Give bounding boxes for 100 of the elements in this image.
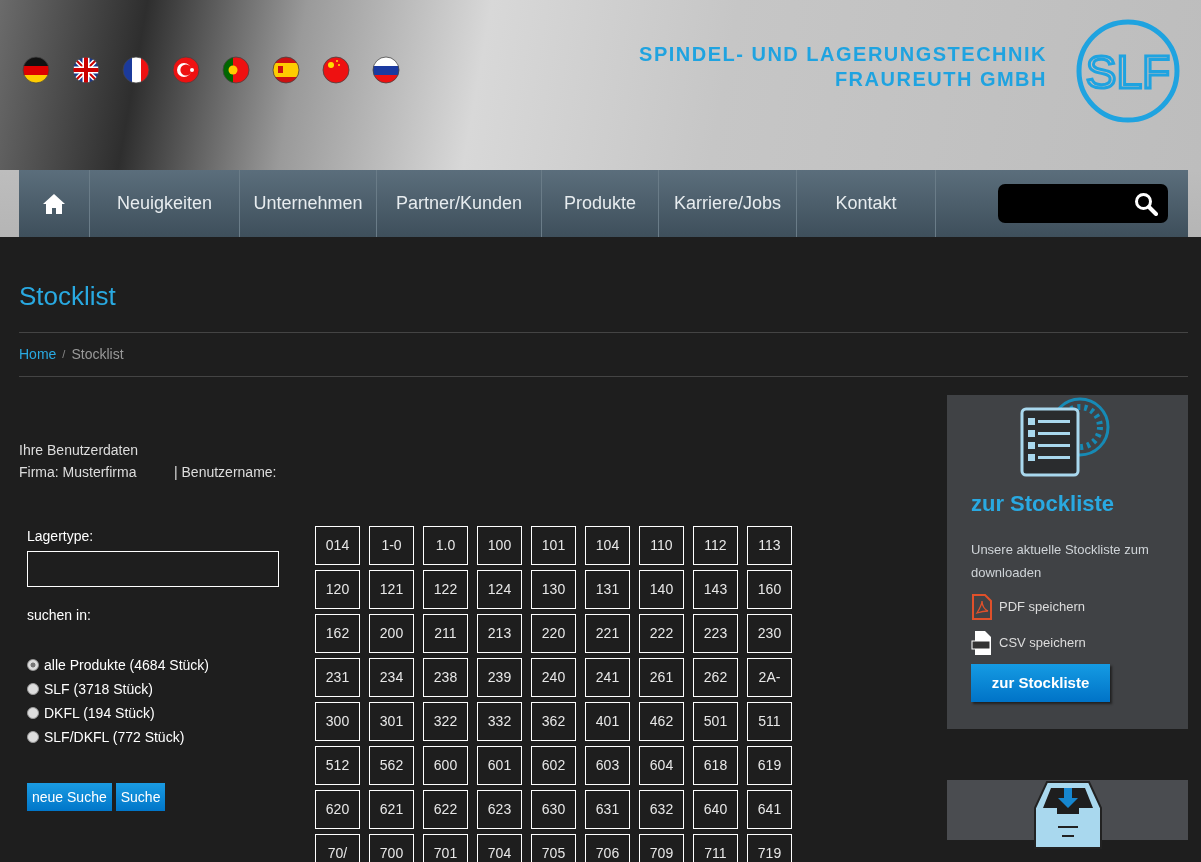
prefix-link[interactable]: 160 <box>747 570 792 609</box>
radio-button[interactable] <box>27 683 39 695</box>
prefix-link[interactable]: 104 <box>585 526 630 565</box>
prefix-link[interactable]: 222 <box>639 614 684 653</box>
search-button[interactable]: neue Suche <box>27 783 112 811</box>
prefix-link[interactable]: 131 <box>585 570 630 609</box>
prefix-link[interactable]: 719 <box>747 834 792 862</box>
search-button[interactable]: Suche <box>115 783 166 811</box>
flag-icon[interactable] <box>72 56 100 84</box>
search-icon[interactable] <box>1134 191 1158 216</box>
flag-icon[interactable] <box>122 56 150 84</box>
prefix-link[interactable]: 211 <box>423 614 468 653</box>
prefix-link[interactable]: 014 <box>315 526 360 565</box>
prefix-link[interactable]: 362 <box>531 702 576 741</box>
flag-icon[interactable] <box>172 56 200 84</box>
prefix-link[interactable]: 601 <box>477 746 522 785</box>
radio-button[interactable] <box>27 731 39 743</box>
option-label[interactable]: alle Produkte (4684 Stück) <box>44 657 209 673</box>
option-label[interactable]: SLF (3718 Stück) <box>44 681 153 697</box>
prefix-link[interactable]: 621 <box>369 790 414 829</box>
prefix-link[interactable]: 511 <box>747 702 792 741</box>
prefix-link[interactable]: 562 <box>369 746 414 785</box>
nav-link[interactable]: Unternehmen <box>240 170 377 237</box>
prefix-link[interactable]: 701 <box>423 834 468 862</box>
flag-icon[interactable] <box>222 56 250 84</box>
prefix-link[interactable]: 220 <box>531 614 576 653</box>
download-link[interactable]: CSV speichern <box>999 633 1086 653</box>
prefix-link[interactable]: 143 <box>693 570 738 609</box>
prefix-link[interactable]: 1.0 <box>423 526 468 565</box>
prefix-link[interactable]: 603 <box>585 746 630 785</box>
prefix-link[interactable]: 619 <box>747 746 792 785</box>
prefix-link[interactable]: 112 <box>693 526 738 565</box>
prefix-link[interactable]: 130 <box>531 570 576 609</box>
prefix-link[interactable]: 240 <box>531 658 576 697</box>
radio-button[interactable] <box>27 659 39 671</box>
prefix-link[interactable]: 632 <box>639 790 684 829</box>
prefix-link[interactable]: 620 <box>315 790 360 829</box>
prefix-link[interactable]: 401 <box>585 702 630 741</box>
flag-icon[interactable] <box>372 56 400 84</box>
prefix-link[interactable]: 706 <box>585 834 630 862</box>
prefix-link[interactable]: 162 <box>315 614 360 653</box>
nav-link[interactable]: Kontakt <box>797 170 936 237</box>
type-input[interactable] <box>27 551 279 587</box>
nav-link[interactable]: Neuigkeiten <box>90 170 240 237</box>
breadcrumb-link[interactable]: Home <box>19 344 57 365</box>
prefix-link[interactable]: 301 <box>369 702 414 741</box>
prefix-link[interactable]: 640 <box>693 790 738 829</box>
prefix-link[interactable]: 234 <box>369 658 414 697</box>
prefix-link[interactable]: 630 <box>531 790 576 829</box>
prefix-link[interactable]: 238 <box>423 658 468 697</box>
prefix-link[interactable]: 501 <box>693 702 738 741</box>
prefix-link[interactable]: 700 <box>369 834 414 862</box>
prefix-link[interactable]: 262 <box>693 658 738 697</box>
prefix-link[interactable]: 641 <box>747 790 792 829</box>
prefix-link[interactable]: 230 <box>747 614 792 653</box>
prefix-link[interactable]: 213 <box>477 614 522 653</box>
prefix-link[interactable]: 121 <box>369 570 414 609</box>
prefix-link[interactable]: 223 <box>693 614 738 653</box>
prefix-link[interactable]: 101 <box>531 526 576 565</box>
prefix-link[interactable]: 122 <box>423 570 468 609</box>
download-link[interactable]: PDF speichern <box>999 597 1085 617</box>
prefix-link[interactable]: 704 <box>477 834 522 862</box>
prefix-link[interactable]: 462 <box>639 702 684 741</box>
prefix-link[interactable]: 512 <box>315 746 360 785</box>
prefix-link[interactable]: 241 <box>585 658 630 697</box>
prefix-link[interactable]: 2A- <box>747 658 792 697</box>
prefix-link[interactable]: 231 <box>315 658 360 697</box>
flag-icon[interactable] <box>22 56 50 84</box>
prefix-link[interactable]: 300 <box>315 702 360 741</box>
radio-button[interactable] <box>27 707 39 719</box>
prefix-link[interactable]: 705 <box>531 834 576 862</box>
prefix-link[interactable]: 602 <box>531 746 576 785</box>
prefix-link[interactable]: 113 <box>747 526 792 565</box>
nav-link[interactable]: Karriere/Jobs <box>659 170 797 237</box>
flag-icon[interactable] <box>272 56 300 84</box>
prefix-link[interactable]: 709 <box>639 834 684 862</box>
prefix-link[interactable]: 604 <box>639 746 684 785</box>
prefix-link[interactable]: 618 <box>693 746 738 785</box>
prefix-link[interactable]: 221 <box>585 614 630 653</box>
option-label[interactable]: DKFL (194 Stück) <box>44 705 155 721</box>
prefix-link[interactable]: 239 <box>477 658 522 697</box>
prefix-link[interactable]: 124 <box>477 570 522 609</box>
prefix-link[interactable]: 623 <box>477 790 522 829</box>
flag-icon[interactable] <box>322 56 350 84</box>
prefix-link[interactable]: 140 <box>639 570 684 609</box>
prefix-link[interactable]: 332 <box>477 702 522 741</box>
nav-link[interactable]: Partner/Kunden <box>377 170 542 237</box>
prefix-link[interactable]: 322 <box>423 702 468 741</box>
prefix-link[interactable]: 120 <box>315 570 360 609</box>
prefix-link[interactable]: 70/ <box>315 834 360 862</box>
prefix-link[interactable]: 631 <box>585 790 630 829</box>
prefix-link[interactable]: 622 <box>423 790 468 829</box>
prefix-link[interactable]: 100 <box>477 526 522 565</box>
prefix-link[interactable]: 110 <box>639 526 684 565</box>
prefix-link[interactable]: 1-0 <box>369 526 414 565</box>
prefix-link[interactable]: 600 <box>423 746 468 785</box>
option-label[interactable]: SLF/DKFL (772 Stück) <box>44 729 185 745</box>
stocklist-button[interactable]: zur Stockliste <box>971 664 1110 702</box>
prefix-link[interactable]: 261 <box>639 658 684 697</box>
prefix-link[interactable]: 200 <box>369 614 414 653</box>
